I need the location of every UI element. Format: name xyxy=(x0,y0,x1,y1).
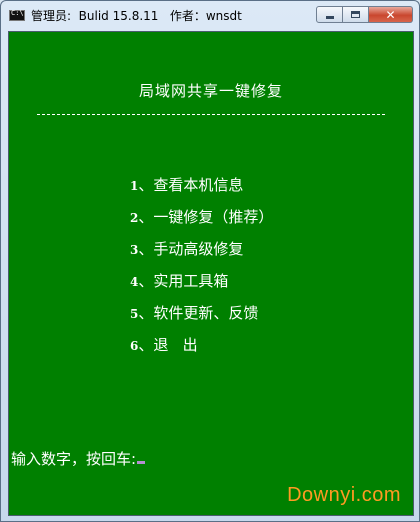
maximize-icon xyxy=(351,11,360,18)
console-icon[interactable] xyxy=(9,9,25,21)
console-area[interactable]: 局域网共享一键修复 1、查看本机信息 2、一键修复（推荐） 3、手动高级修复 4… xyxy=(8,31,414,516)
menu-item-separator: 、 xyxy=(138,336,154,354)
menu-item-label: 软件更新、反馈 xyxy=(153,304,259,322)
menu-item-label: 一键修复（推荐） xyxy=(153,208,274,226)
menu-item-separator: 、 xyxy=(138,240,154,258)
close-icon: ✕ xyxy=(385,7,396,22)
menu-item-separator: 、 xyxy=(138,272,154,290)
input-prompt[interactable]: 输入数字，按回车: xyxy=(11,448,146,469)
menu-item-view-info[interactable]: 1、查看本机信息 xyxy=(130,174,273,206)
menu-item-update-feedback[interactable]: 5、软件更新、反馈 xyxy=(130,302,273,334)
divider-line xyxy=(37,114,385,115)
menu-item-label: 手动高级修复 xyxy=(153,240,244,258)
menu-item-separator: 、 xyxy=(138,208,154,226)
menu-item-label: 实用工具箱 xyxy=(153,272,229,290)
prompt-label: 输入数字，按回车: xyxy=(11,450,137,468)
watermark-logo: Downyi.com xyxy=(287,484,401,506)
menu-item-separator: 、 xyxy=(138,304,154,322)
menu-item-label: 查看本机信息 xyxy=(153,176,244,194)
minimize-icon xyxy=(326,16,334,19)
window-controls: ✕ xyxy=(316,6,413,24)
console-heading: 局域网共享一键修复 xyxy=(138,82,283,100)
menu-item-advanced-repair[interactable]: 3、手动高级修复 xyxy=(130,238,273,270)
menu-item-one-click-repair[interactable]: 2、一键修复（推荐） xyxy=(130,206,273,238)
maximize-button[interactable] xyxy=(343,6,369,23)
close-button[interactable]: ✕ xyxy=(369,6,413,23)
title-bar[interactable]: 管理员: Bulid 15.8.11 作者：wnsdt ✕ xyxy=(1,1,419,31)
window-title: 管理员: Bulid 15.8.11 作者：wnsdt xyxy=(31,9,242,23)
console-window: 管理员: Bulid 15.8.11 作者：wnsdt ✕ 局域网共享一键修复 … xyxy=(0,0,420,522)
menu-item-separator: 、 xyxy=(138,176,154,194)
menu-item-label: 退 出 xyxy=(153,336,198,354)
menu-list: 1、查看本机信息 2、一键修复（推荐） 3、手动高级修复 4、实用工具箱 5、软… xyxy=(130,174,273,366)
minimize-button[interactable] xyxy=(316,6,343,23)
text-cursor xyxy=(137,461,146,464)
menu-item-exit[interactable]: 6、退 出 xyxy=(130,334,273,366)
menu-item-toolbox[interactable]: 4、实用工具箱 xyxy=(130,270,273,302)
